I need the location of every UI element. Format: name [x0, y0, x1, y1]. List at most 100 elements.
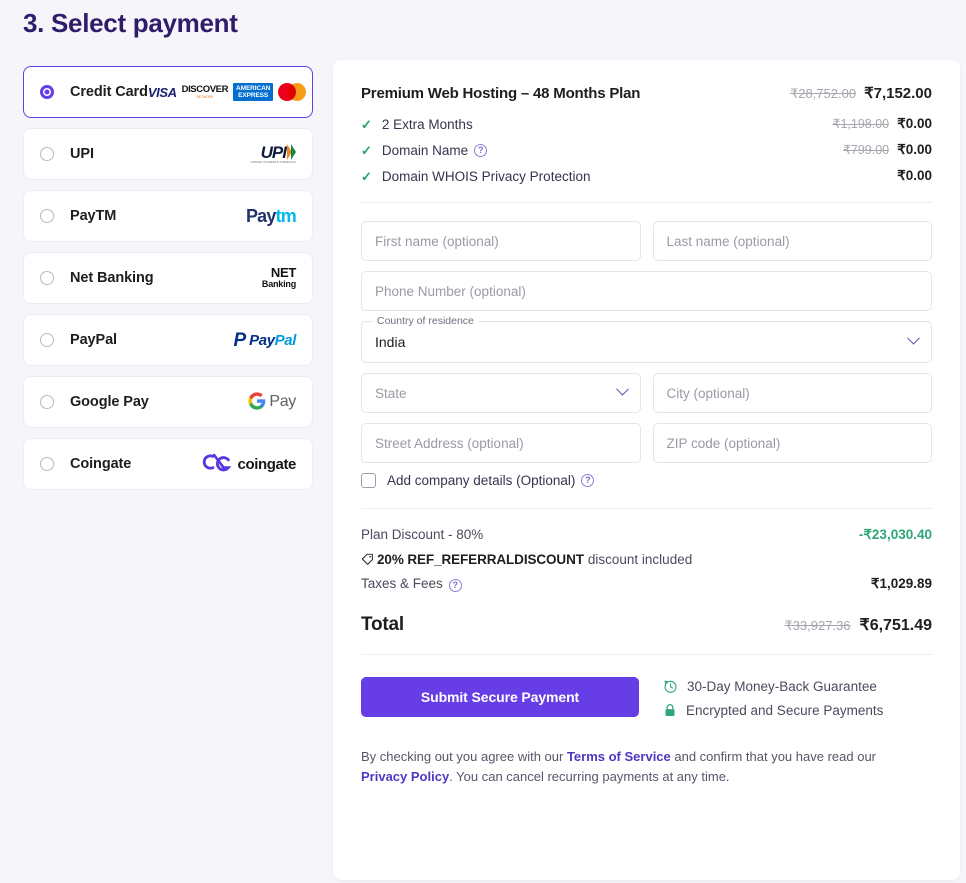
help-circle-icon[interactable]: ?	[474, 143, 488, 157]
payment-method-list: Credit Card VISA DISCOVER NETWORK AMERIC…	[23, 66, 313, 500]
radio-credit-card[interactable]	[40, 85, 54, 99]
payment-method-paypal[interactable]: PayPal P PayPal	[23, 314, 313, 366]
payment-method-label: UPI	[70, 146, 94, 162]
discover-subtext: NETWORK	[196, 94, 214, 99]
card-brand-logos: VISA DISCOVER NETWORK AMERICAN EXPRESS	[148, 82, 307, 102]
discover-wordmark: DISCOVER	[181, 84, 229, 95]
city-field[interactable]: City (optional)	[652, 373, 932, 413]
payment-method-label: Google Pay	[70, 394, 149, 410]
payment-method-coingate[interactable]: Coingate coingate	[23, 438, 313, 490]
checkout-page: 3. Select payment Credit Card VISA DISCO…	[0, 0, 966, 883]
feature-name: Domain WHOIS Privacy Protection	[381, 168, 591, 184]
plan-discount-value: -₹23,030.40	[858, 527, 932, 542]
upi-arrow-icon	[287, 144, 296, 161]
gpay-wordmark: Pay	[269, 393, 296, 410]
plan-name: Premium Web Hosting – 48 Months Plan	[361, 85, 641, 102]
feature-row: ✓ Domain WHOIS Privacy Protection ₹0.00	[361, 168, 932, 184]
plan-prices: ₹28,752.00 ₹7,152.00	[790, 84, 932, 102]
chevron-down-icon	[907, 331, 920, 345]
payment-method-paytm[interactable]: PayTM Paytm	[23, 190, 313, 242]
radio-paypal[interactable]	[40, 333, 54, 347]
upi-wordmark: UPI	[260, 142, 287, 162]
phone-placeholder: Phone Number (optional)	[375, 283, 526, 299]
plan-discount-label: Plan Discount - 80%	[361, 527, 484, 542]
plan-row: Premium Web Hosting – 48 Months Plan ₹28…	[361, 84, 932, 102]
amex-line2: EXPRESS	[238, 92, 269, 99]
feature-prices: ₹0.00	[897, 168, 932, 184]
payment-method-label: Net Banking	[70, 270, 154, 286]
clock-refresh-icon	[663, 679, 678, 694]
plan-price-original: ₹28,752.00	[789, 86, 857, 101]
paypal-logo: P PayPal	[233, 331, 296, 350]
american-express-icon: AMERICAN EXPRESS	[233, 82, 274, 102]
feature-price-original: ₹1,198.00	[832, 117, 890, 131]
payment-method-label: PayTM	[70, 208, 117, 224]
last-name-field[interactable]: Last name (optional)	[652, 221, 932, 261]
feature-row: ✓ 2 Extra Months ₹1,198.00 ₹0.00	[361, 116, 932, 132]
first-name-field[interactable]: First name (optional)	[361, 221, 641, 261]
mastercard-icon	[278, 83, 307, 101]
payment-method-net-banking[interactable]: Net Banking NET Banking	[23, 252, 313, 304]
paytm-wordmark-b: tm	[275, 205, 297, 226]
country-select[interactable]: Country of residence India	[361, 315, 932, 363]
total-row: Total ₹33,927.36 ₹6,751.49	[361, 614, 932, 636]
terms-of-service-link[interactable]: Terms of Service	[567, 749, 671, 764]
paytm-wordmark-a: Pay	[245, 205, 276, 226]
first-name-placeholder: First name (optional)	[375, 233, 499, 249]
coingate-logo: coingate	[201, 452, 296, 477]
paypal-wordmark-1: Pay	[249, 331, 275, 349]
state-placeholder: State	[375, 385, 407, 401]
help-circle-icon[interactable]: ?	[448, 579, 462, 592]
payment-method-label: Coingate	[70, 456, 132, 472]
payment-method-credit-card[interactable]: Credit Card VISA DISCOVER NETWORK AMERIC…	[23, 66, 313, 118]
company-details-label: Add company details (Optional)	[387, 473, 576, 488]
payment-method-label: PayPal	[70, 332, 117, 348]
feature-name: Domain Name	[381, 142, 469, 158]
netbanking-line1: NET	[270, 265, 296, 281]
netbanking-line2: Banking	[261, 279, 296, 290]
coupon-note: discount included	[587, 552, 693, 567]
cta-area: Submit Secure Payment 30-Day Money-Back …	[361, 677, 932, 727]
paypal-wordmark-2: Pal	[274, 331, 297, 349]
radio-paytm[interactable]	[40, 209, 54, 223]
feature-prices: ₹799.00 ₹0.00	[843, 142, 932, 158]
paytm-logo: Paytm	[245, 205, 297, 227]
taxes-value: ₹1,029.89	[870, 576, 932, 591]
page-title: 3. Select payment	[23, 8, 238, 38]
trust-item-encrypted: Encrypted and Secure Payments	[663, 703, 883, 718]
trust-badges: 30-Day Money-Back Guarantee Encrypted an…	[663, 677, 883, 727]
totals-section: Plan Discount - 80% -₹23,030.40 20% REF_…	[361, 527, 932, 636]
tag-icon	[361, 553, 374, 566]
country-value: India	[375, 334, 406, 350]
submit-secure-payment-button[interactable]: Submit Secure Payment	[361, 677, 639, 717]
radio-google-pay[interactable]	[40, 395, 54, 409]
feature-row: ✓ Domain Name ? ₹799.00 ₹0.00	[361, 142, 932, 158]
street-address-field[interactable]: Street Address (optional)	[361, 423, 641, 463]
taxes-row: Taxes & Fees ? ₹1,029.89	[361, 576, 932, 592]
legal-part3: . You can cancel recurring payments at a…	[449, 769, 730, 784]
payment-method-google-pay[interactable]: Google Pay Pay	[23, 376, 313, 428]
trust-text: 30-Day Money-Back Guarantee	[687, 679, 877, 694]
help-circle-icon[interactable]: ?	[581, 474, 595, 487]
company-details-checkbox[interactable]	[361, 473, 376, 488]
radio-coingate[interactable]	[40, 457, 54, 471]
zip-code-field[interactable]: ZIP code (optional)	[652, 423, 932, 463]
legal-part1: By checking out you agree with our	[361, 749, 567, 764]
check-icon: ✓	[361, 168, 372, 184]
radio-net-banking[interactable]	[40, 271, 54, 285]
phone-number-field[interactable]: Phone Number (optional)	[361, 271, 932, 311]
state-select[interactable]: State	[361, 373, 641, 413]
radio-upi[interactable]	[40, 147, 54, 161]
google-pay-logo: Pay	[248, 391, 296, 413]
upi-logo: UPI UNIFIED PAYMENTS INTERFACE	[251, 144, 296, 165]
order-summary-card: Premium Web Hosting – 48 Months Plan ₹28…	[333, 60, 960, 880]
payment-method-upi[interactable]: UPI UPI UNIFIED PAYMENTS INTERFACE	[23, 128, 313, 180]
feature-price-original: ₹799.00	[842, 143, 890, 157]
street-placeholder: Street Address (optional)	[375, 435, 524, 451]
feature-price-current: ₹0.00	[897, 116, 932, 131]
lock-icon	[663, 703, 677, 718]
taxes-label: Taxes & Fees	[361, 576, 443, 591]
net-banking-logo: NET Banking	[262, 266, 296, 289]
google-g-icon	[248, 391, 266, 413]
privacy-policy-link[interactable]: Privacy Policy	[361, 769, 449, 784]
